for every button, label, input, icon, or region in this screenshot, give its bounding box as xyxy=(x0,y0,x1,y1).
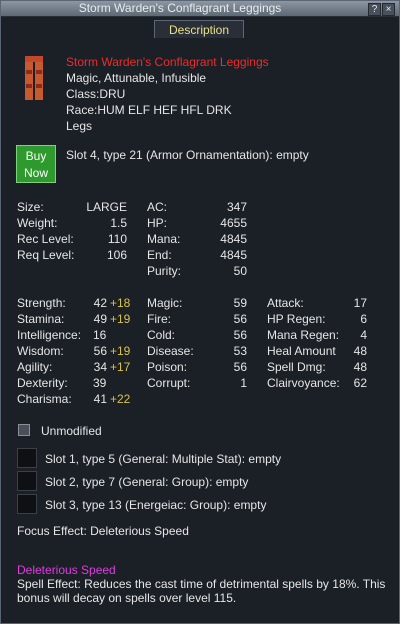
unmodified-checkbox[interactable] xyxy=(18,424,30,436)
purity-label: Purity: xyxy=(147,264,182,278)
unmodified-label: Unmodified xyxy=(41,424,102,438)
item-slot: Legs xyxy=(66,119,93,133)
close-button[interactable]: × xyxy=(382,3,395,16)
clairvoyance-label: Clairvoyance: xyxy=(267,376,340,390)
aug-slot-1-label: Slot 1, type 5 (General: Multiple Stat):… xyxy=(45,452,282,466)
aug-slot-3-socket[interactable] xyxy=(17,494,37,514)
spell-dmg-label: Spell Dmg: xyxy=(267,360,326,374)
poison-resist-label: Poison: xyxy=(147,360,188,374)
hp-label: HP: xyxy=(147,216,168,230)
magic-resist-label: Magic: xyxy=(147,296,183,310)
disease-resist-label: Disease: xyxy=(147,344,194,358)
mana-value: 4845 xyxy=(220,232,247,246)
req-level-value: 106 xyxy=(106,248,127,262)
strength-bonus: +18 xyxy=(110,296,131,310)
size-label: Size: xyxy=(17,200,44,214)
weight-value: 1.5 xyxy=(110,216,127,230)
size-value: LARGE xyxy=(86,200,127,214)
stamina-label: Stamina: xyxy=(17,312,65,326)
strength-label: Strength: xyxy=(17,296,66,310)
intelligence-value: 16 xyxy=(93,328,107,342)
req-level-label: Req Level: xyxy=(17,248,75,262)
cold-resist-label: Cold: xyxy=(147,328,176,342)
effect-line-1: Spell Effect: Reduces the cast time of d… xyxy=(17,577,386,591)
poison-resist-value: 56 xyxy=(233,360,247,374)
cold-resist-value: 56 xyxy=(233,328,247,342)
item-name: Storm Warden's Conflagrant Leggings xyxy=(66,55,269,69)
wisdom-value: 56 xyxy=(93,344,107,358)
buy-now-button[interactable]: Buy Now xyxy=(16,145,56,183)
dexterity-label: Dexterity: xyxy=(17,376,68,390)
ac-label: AC: xyxy=(147,200,168,214)
stamina-value: 49 xyxy=(93,312,107,326)
intelligence-label: Intelligence: xyxy=(17,328,82,342)
help-button[interactable]: ? xyxy=(368,3,381,16)
tab-row: Description xyxy=(1,17,399,39)
end-label: End: xyxy=(147,248,172,262)
mana-regen-value: 4 xyxy=(360,328,367,342)
fire-resist-value: 56 xyxy=(233,312,247,326)
tab-description[interactable]: Description xyxy=(154,20,244,38)
attack-label: Attack: xyxy=(267,296,304,310)
wisdom-bonus: +19 xyxy=(110,344,131,358)
buy-label: Buy xyxy=(25,149,47,163)
effect-line-2: bonus will decay on spells over level 11… xyxy=(17,591,237,605)
focus-effect: Focus Effect: Deleterious Speed xyxy=(17,524,189,538)
item-race: Race:HUM ELF HEF HFL DRK xyxy=(66,103,232,117)
weight-label: Weight: xyxy=(17,216,58,230)
aug-slot-2-socket[interactable] xyxy=(17,471,37,491)
fire-resist-label: Fire: xyxy=(147,312,171,326)
mana-label: Mana: xyxy=(147,232,181,246)
rec-level-label: Rec Level: xyxy=(17,232,74,246)
aug-slot-2-label: Slot 2, type 7 (General: Group): empty xyxy=(45,475,249,489)
corrupt-resist-value: 1 xyxy=(240,376,247,390)
ac-value: 347 xyxy=(226,200,247,214)
ornament-slot: Slot 4, type 21 (Armor Ornamentation): e… xyxy=(66,148,309,162)
wisdom-label: Wisdom: xyxy=(17,344,64,358)
magic-resist-value: 59 xyxy=(233,296,247,310)
mana-regen-label: Mana Regen: xyxy=(267,328,340,342)
effect-name: Deleterious Speed xyxy=(17,563,116,577)
strength-value: 42 xyxy=(93,296,107,310)
heal-amount-value: 48 xyxy=(353,344,367,358)
item-window: Storm Warden's Conflagrant Leggings ? × … xyxy=(0,0,400,624)
hp-regen-value: 6 xyxy=(360,312,367,326)
aug-slot-1-socket[interactable] xyxy=(17,448,37,468)
disease-resist-value: 53 xyxy=(233,344,247,358)
stamina-bonus: +19 xyxy=(110,312,131,326)
end-value: 4845 xyxy=(220,248,247,262)
corrupt-resist-label: Corrupt: xyxy=(147,376,191,390)
attack-value: 17 xyxy=(353,296,367,310)
hp-value: 4655 xyxy=(220,216,247,230)
spell-dmg-value: 48 xyxy=(353,360,367,374)
charisma-label: Charisma: xyxy=(17,392,72,406)
charisma-bonus: +22 xyxy=(110,392,131,406)
hp-regen-label: HP Regen: xyxy=(267,312,326,326)
now-label: Now xyxy=(23,166,48,180)
dexterity-value: 39 xyxy=(93,376,107,390)
window-title: Storm Warden's Conflagrant Leggings xyxy=(78,1,282,15)
title-bar[interactable]: Storm Warden's Conflagrant Leggings ? × xyxy=(1,1,399,17)
agility-label: Agility: xyxy=(17,360,53,374)
item-class: Class:DRU xyxy=(66,87,126,101)
agility-bonus: +17 xyxy=(110,360,131,374)
rec-level-value: 110 xyxy=(107,232,127,246)
agility-value: 34 xyxy=(93,360,107,374)
leggings-icon xyxy=(25,56,43,100)
purity-value: 50 xyxy=(233,264,247,278)
charisma-value: 41 xyxy=(93,392,107,406)
clairvoyance-value: 62 xyxy=(353,376,367,390)
aug-slot-3-label: Slot 3, type 13 (Energeiac: Group): empt… xyxy=(45,498,267,512)
item-flags: Magic, Attunable, Infusible xyxy=(66,71,207,85)
heal-amount-label: Heal Amount xyxy=(267,344,336,358)
